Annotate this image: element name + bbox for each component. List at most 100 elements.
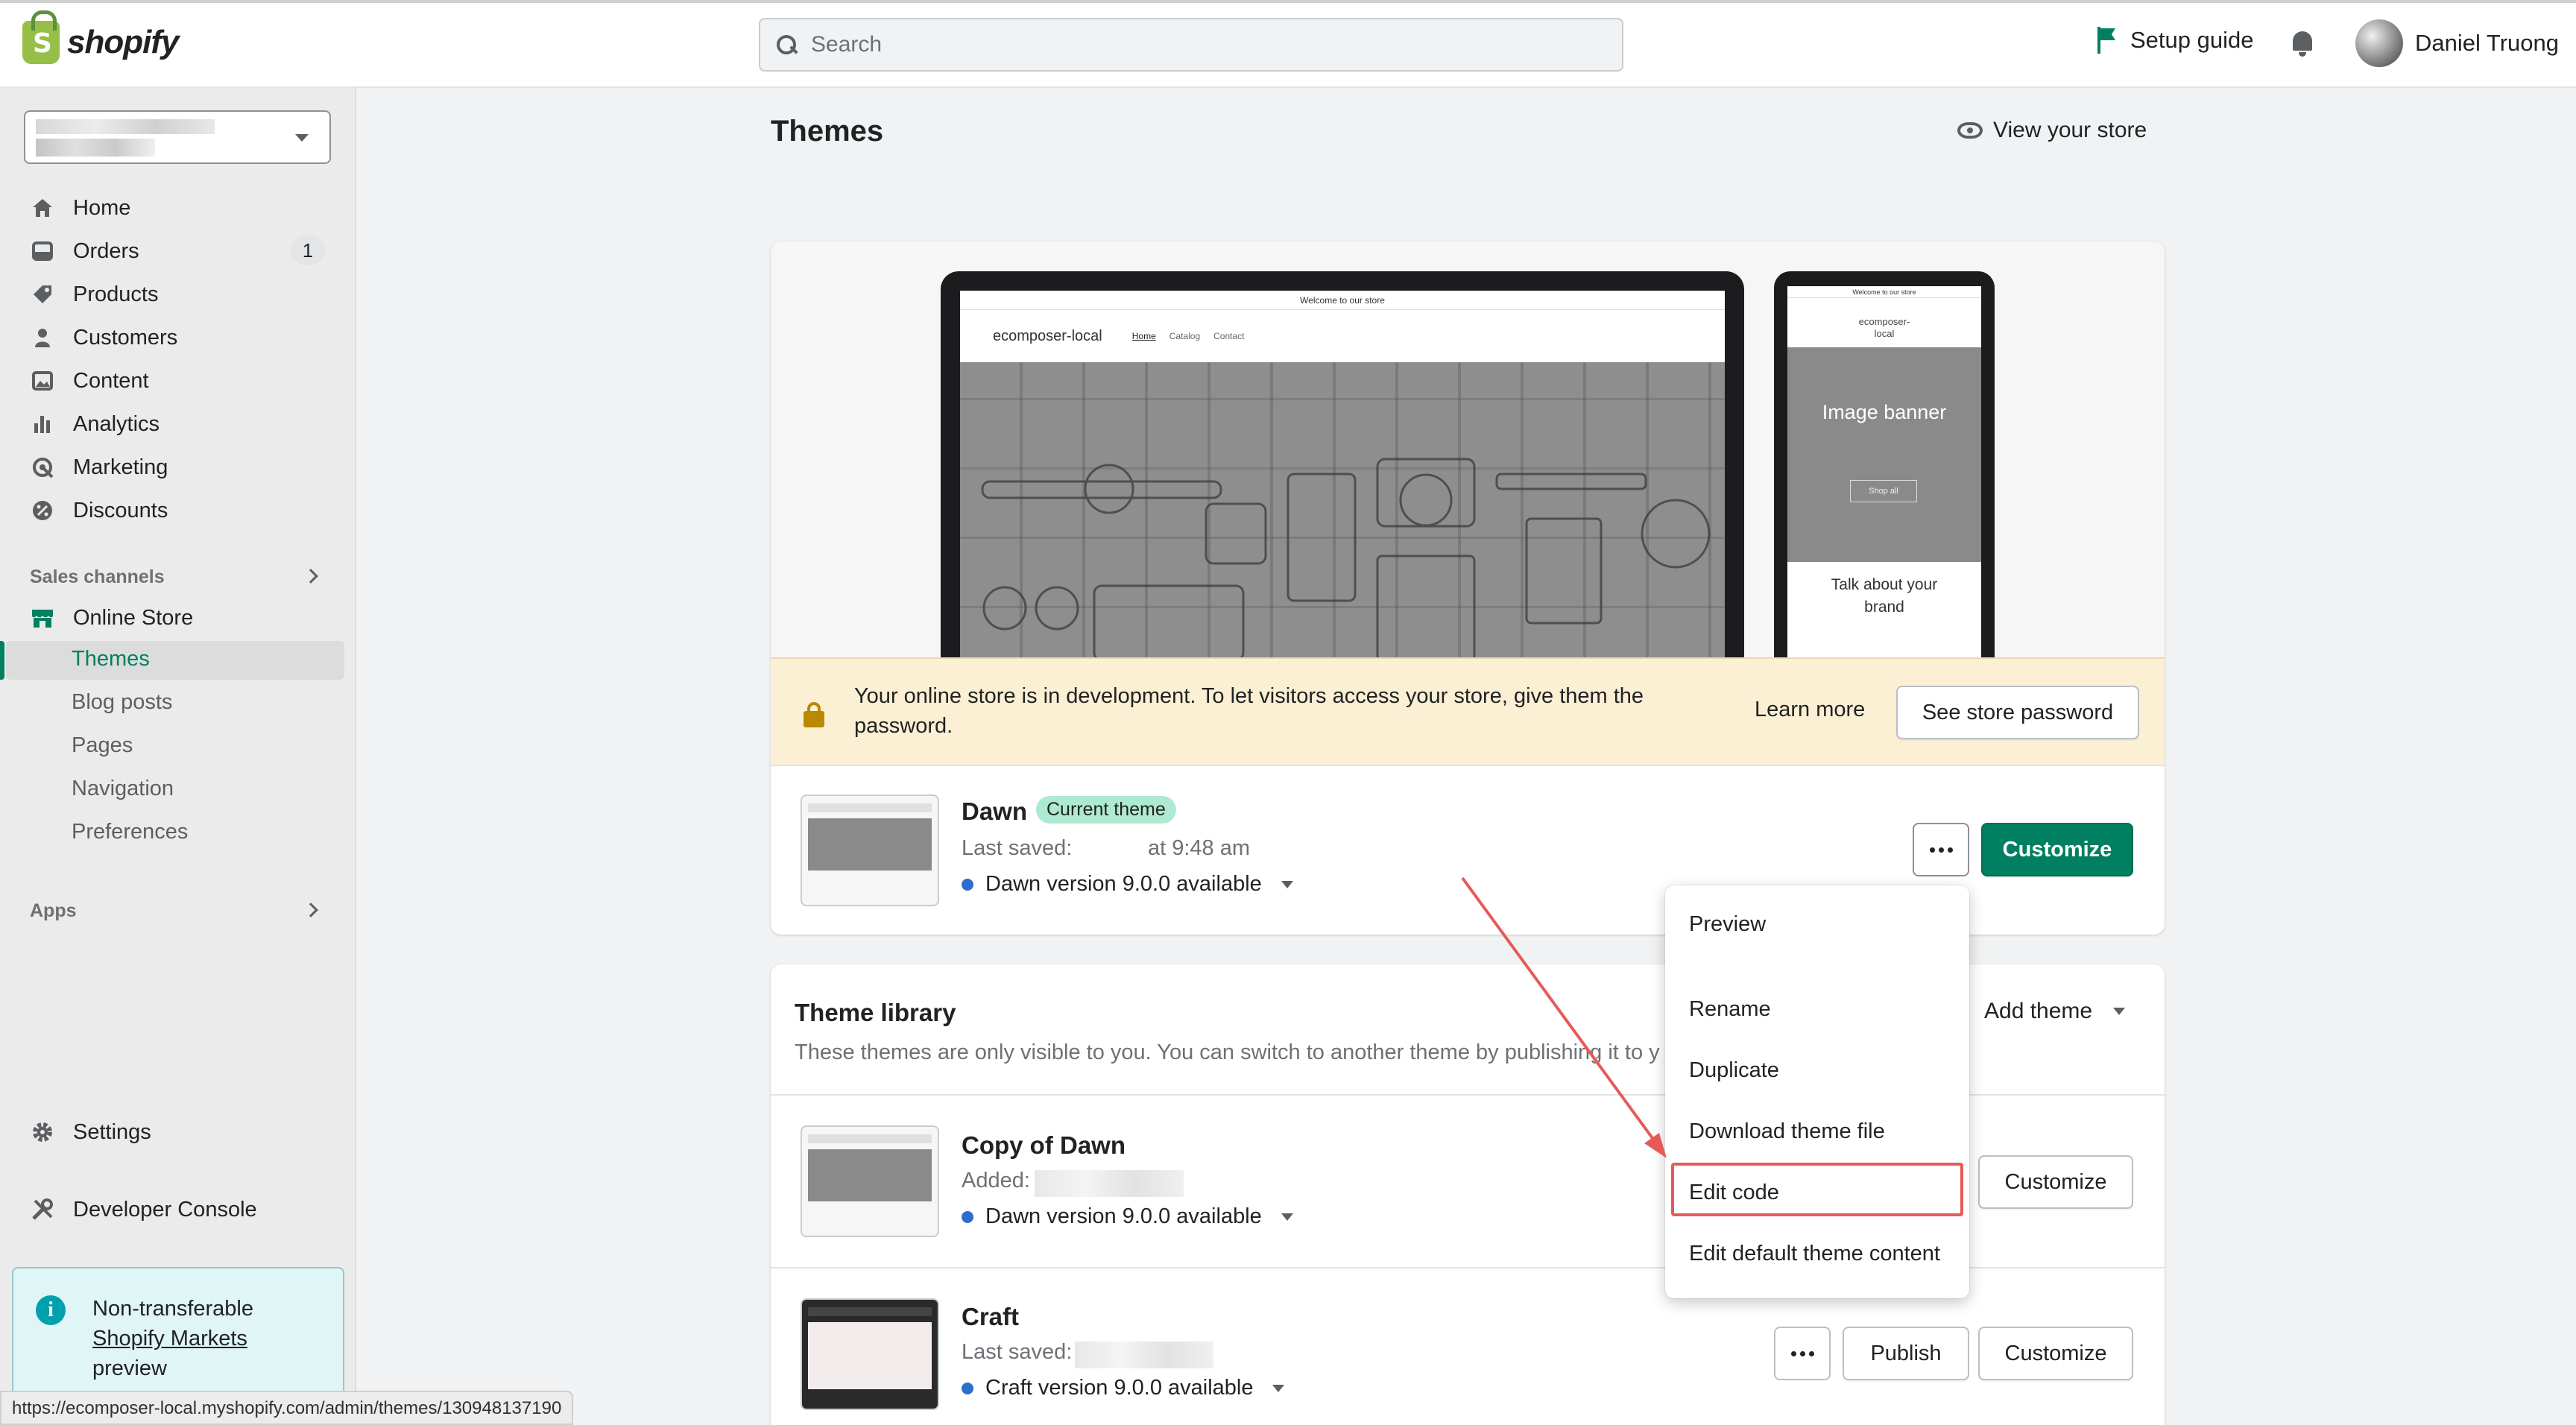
- menu-item-duplicate[interactable]: Duplicate: [1689, 1058, 1779, 1083]
- customize-button[interactable]: Customize: [1978, 1155, 2133, 1209]
- setup-guide-button[interactable]: Setup guide: [2096, 27, 2253, 54]
- version-label: Craft version 9.0.0 available: [985, 1376, 1254, 1400]
- menu-item-edit-default-theme-content[interactable]: Edit default theme content: [1689, 1242, 1940, 1266]
- more-actions-button[interactable]: [1913, 823, 1969, 876]
- sidebar-item-analytics[interactable]: Analytics: [30, 405, 160, 443]
- theme-preview[interactable]: Welcome to our store ecomposer-local Hom…: [771, 241, 2165, 666]
- sidebar-item-label: Online Store: [73, 605, 194, 630]
- current-theme-card: Welcome to our store ecomposer-local Hom…: [771, 241, 2165, 935]
- sidebar-item-settings[interactable]: Settings: [30, 1113, 151, 1151]
- sidebar-item-navigation[interactable]: Navigation: [72, 777, 174, 801]
- sidebar-item-discounts[interactable]: Discounts: [30, 492, 168, 529]
- sidebar-item-content[interactable]: Content: [30, 362, 149, 399]
- desktop-preview: Welcome to our store ecomposer-local Hom…: [941, 271, 1744, 666]
- customize-button[interactable]: Customize: [1981, 823, 2133, 876]
- preview-store-name: ecomposer-local: [993, 327, 1102, 344]
- menu-item-download-theme-file[interactable]: Download theme file: [1689, 1119, 1885, 1144]
- preview-announcement: Welcome to our store: [960, 291, 1725, 310]
- menu-item-preview[interactable]: Preview: [1689, 912, 1766, 937]
- info-icon: i: [36, 1295, 66, 1325]
- last-saved-label: Last saved:: [962, 1340, 1073, 1364]
- phone-hero: Image banner Shop all: [1787, 347, 1981, 562]
- caret-down-icon: [2113, 1008, 2126, 1015]
- phone-hero-button: Shop all: [1850, 480, 1917, 502]
- themes-active-bg: [6, 641, 344, 680]
- dev-banner-text: Your online store is in development. To …: [854, 684, 1644, 738]
- phone-store-name: ecomposer- local: [1858, 316, 1910, 339]
- avatar: [2355, 19, 2403, 67]
- more-actions-button[interactable]: [1774, 1327, 1831, 1380]
- sales-channels-label: Sales channels: [30, 566, 165, 587]
- redacted-store-url: [36, 139, 155, 157]
- sidebar-item-orders[interactable]: Orders: [30, 233, 139, 270]
- menu-item-rename[interactable]: Rename: [1689, 997, 1771, 1022]
- apps-label: Apps: [30, 900, 77, 921]
- preview-nav-item: Home: [1131, 331, 1156, 341]
- theme-library-title: Theme library: [795, 999, 956, 1026]
- last-saved-label: Last saved:: [962, 836, 1073, 860]
- sidebar-item-developer-console[interactable]: Developer Console: [30, 1191, 257, 1228]
- preview-nav-item: Contact: [1213, 331, 1245, 341]
- phone-talk-text: Talk about your brand: [1831, 576, 1938, 616]
- sidebar-item-label: Products: [73, 282, 159, 306]
- search-icon: [775, 34, 798, 56]
- sidebar-item-online-store[interactable]: Online Store: [30, 599, 193, 636]
- redacted-date: [1075, 1342, 1213, 1368]
- caret-down-icon: [1281, 1213, 1293, 1221]
- publish-button[interactable]: Publish: [1843, 1327, 1969, 1380]
- logo-text: shopify: [67, 24, 179, 60]
- marketing-icon: [30, 455, 55, 480]
- mobile-preview: Welcome to our store ecomposer- local Im…: [1774, 271, 1995, 666]
- sidebar-item-customers[interactable]: Customers: [30, 319, 177, 356]
- learn-more-link[interactable]: Learn more: [1755, 698, 1865, 722]
- shopify-logo[interactable]: S shopify: [22, 10, 179, 64]
- sidebar-item-home[interactable]: Home: [30, 189, 130, 227]
- status-dot: [962, 1382, 973, 1394]
- sidebar-item-themes[interactable]: Themes: [72, 647, 150, 672]
- sidebar-item-label: Content: [73, 368, 149, 393]
- redacted-store-name: [36, 119, 215, 134]
- eye-icon: [1957, 122, 1983, 139]
- page-title: Themes: [771, 115, 884, 148]
- active-indicator: [0, 641, 4, 680]
- theme-name: Copy of Dawn: [962, 1131, 1126, 1159]
- user-name: Daniel Truong: [2415, 30, 2560, 56]
- version-available[interactable]: Dawn version 9.0.0 available: [962, 872, 1293, 897]
- sidebar-item-label: Home: [73, 195, 131, 220]
- notification-bell-icon[interactable]: [2290, 28, 2315, 58]
- discount-icon: [30, 498, 55, 523]
- orders-count-badge: 1: [291, 236, 325, 265]
- caret-down-icon: [1272, 1384, 1285, 1392]
- version-available[interactable]: Craft version 9.0.0 available: [962, 1376, 1285, 1400]
- version-available[interactable]: Dawn version 9.0.0 available: [962, 1204, 1293, 1229]
- last-saved-time: at 9:48 am: [1148, 836, 1251, 860]
- sidebar-item-pages[interactable]: Pages: [72, 733, 133, 758]
- view-store-button[interactable]: View your store: [1957, 118, 2147, 143]
- person-icon: [30, 325, 55, 350]
- add-theme-button[interactable]: Add theme: [1984, 999, 2126, 1024]
- preview-hero-image: [960, 362, 1725, 666]
- current-theme-badge: Current theme: [1036, 796, 1176, 824]
- sidebar-item-label: Settings: [73, 1119, 151, 1144]
- theme-library-subtitle: These themes are only visible to you. Yo…: [795, 1040, 1660, 1064]
- shopify-markets-link[interactable]: Shopify Markets: [92, 1327, 247, 1350]
- shopify-bag-icon: S: [22, 10, 60, 64]
- see-store-password-button[interactable]: See store password: [1896, 686, 2139, 739]
- store-selector[interactable]: [24, 110, 331, 164]
- sidebar-item-blog-posts[interactable]: Blog posts: [72, 690, 172, 715]
- sidebar-item-marketing[interactable]: Marketing: [30, 449, 168, 486]
- caret-down-icon: [1281, 880, 1293, 888]
- phone-announcement: Welcome to our store: [1787, 286, 1981, 298]
- sidebar-item-products[interactable]: Products: [30, 276, 158, 313]
- user-menu[interactable]: Daniel Truong: [2355, 19, 2559, 67]
- flag-icon: [2096, 27, 2117, 54]
- notice-line: preview: [92, 1356, 167, 1380]
- sidebar-item-label: Discounts: [73, 498, 168, 522]
- sidebar-item-preferences[interactable]: Preferences: [72, 820, 188, 844]
- copy-of-dawn-thumbnail: [801, 1125, 939, 1237]
- more-actions-menu: Preview Rename Duplicate Download theme …: [1665, 885, 1969, 1298]
- home-icon: [30, 195, 55, 221]
- search-input[interactable]: Search: [759, 18, 1623, 72]
- customize-button[interactable]: Customize: [1978, 1327, 2133, 1380]
- search-placeholder: Search: [811, 32, 883, 57]
